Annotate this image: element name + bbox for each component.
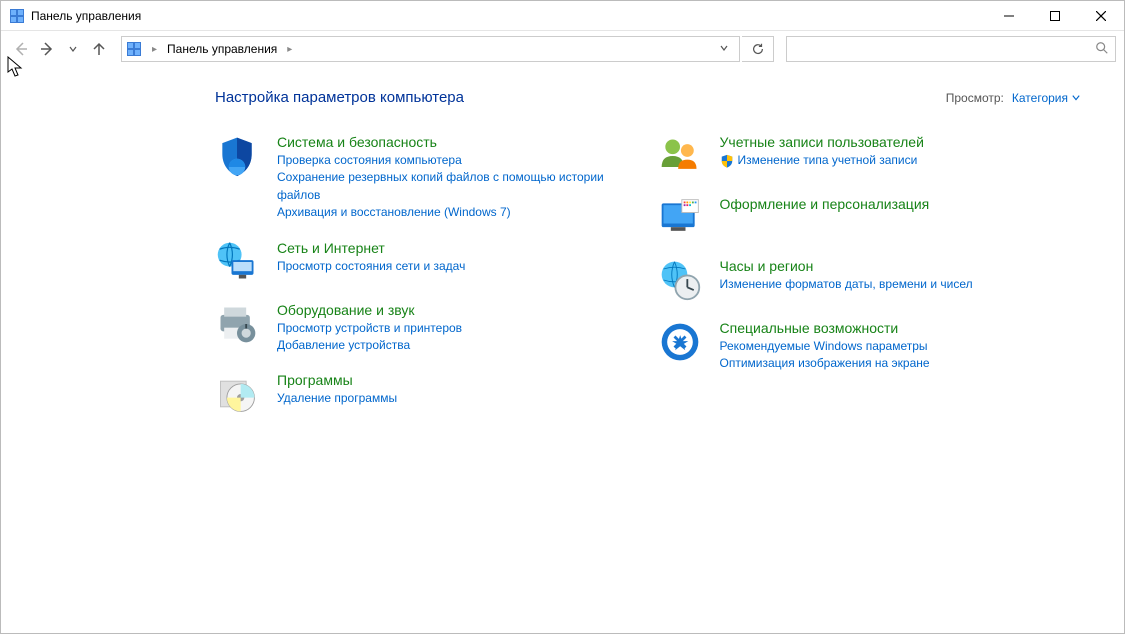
personalization-icon — [658, 196, 702, 240]
category-title[interactable]: Оформление и персонализация — [720, 196, 930, 212]
users-icon — [658, 134, 702, 178]
control-panel-icon — [126, 41, 142, 57]
ease-of-access-icon — [658, 320, 702, 364]
category-title[interactable]: Система и безопасность — [277, 134, 638, 150]
category-title[interactable]: Программы — [277, 372, 397, 388]
breadcrumb-root[interactable]: Панель управления — [167, 42, 277, 56]
navigation-toolbar: ▸ Панель управления ▸ — [1, 31, 1124, 67]
category-clock-region: Часы и регион Изменение форматов даты, в… — [658, 258, 1081, 302]
category-network: Сеть и Интернет Просмотр состояния сети … — [215, 240, 638, 284]
category-link[interactable]: Просмотр устройств и принтеров — [277, 320, 462, 337]
up-button[interactable] — [87, 37, 111, 61]
category-link[interactable]: Оптимизация изображения на экране — [720, 355, 930, 372]
category-link[interactable]: Архивация и восстановление (Windows 7) — [277, 204, 638, 221]
printer-hardware-icon — [215, 302, 259, 346]
view-by-value: Категория — [1012, 91, 1068, 105]
header-row: Настройка параметров компьютера Просмотр… — [215, 89, 1080, 106]
chevron-right-icon[interactable]: ▸ — [146, 44, 163, 55]
category-link[interactable]: Изменение типа учетной записи — [720, 152, 924, 169]
category-title[interactable]: Специальные возможности — [720, 320, 930, 336]
category-ease-of-access: Специальные возможности Рекомендуемые Wi… — [658, 320, 1081, 373]
search-input[interactable] — [786, 36, 1116, 62]
category-title[interactable]: Часы и регион — [720, 258, 973, 274]
minimize-button[interactable] — [986, 1, 1032, 31]
left-column: Система и безопасность Проверка состояни… — [215, 134, 638, 434]
refresh-button[interactable] — [742, 36, 774, 62]
category-link[interactable]: Сохранение резервных копий файлов с помо… — [277, 169, 638, 204]
category-appearance: Оформление и персонализация — [658, 196, 1081, 240]
disc-programs-icon — [215, 372, 259, 416]
chevron-down-icon — [1072, 94, 1080, 102]
category-title[interactable]: Сеть и Интернет — [277, 240, 465, 256]
search-icon — [1095, 41, 1109, 58]
category-user-accounts: Учетные записи пользователей Изменение т… — [658, 134, 1081, 178]
category-link[interactable]: Проверка состояния компьютера — [277, 152, 638, 169]
maximize-button[interactable] — [1032, 1, 1078, 31]
category-link[interactable]: Изменение форматов даты, времени и чисел — [720, 276, 973, 293]
category-link[interactable]: Добавление устройства — [277, 337, 462, 354]
category-link-text: Изменение типа учетной записи — [738, 152, 918, 169]
content-area: Настройка параметров компьютера Просмотр… — [1, 67, 1124, 434]
shield-icon — [215, 134, 259, 178]
category-link[interactable]: Удаление программы — [277, 390, 397, 407]
control-panel-icon — [9, 8, 25, 24]
category-link[interactable]: Просмотр состояния сети и задач — [277, 258, 465, 275]
category-link[interactable]: Рекомендуемые Windows параметры — [720, 338, 930, 355]
window-controls — [986, 1, 1124, 31]
page-title: Настройка параметров компьютера — [215, 89, 946, 106]
forward-button[interactable] — [35, 37, 59, 61]
window-title: Панель управления — [31, 9, 986, 23]
chevron-right-icon[interactable]: ▸ — [281, 44, 298, 55]
back-button[interactable] — [9, 37, 33, 61]
view-by-label: Просмотр: — [946, 91, 1004, 105]
clock-globe-icon — [658, 258, 702, 302]
close-button[interactable] — [1078, 1, 1124, 31]
recent-dropdown[interactable] — [61, 37, 85, 61]
right-column: Учетные записи пользователей Изменение т… — [658, 134, 1081, 434]
titlebar: Панель управления — [1, 1, 1124, 31]
category-title[interactable]: Учетные записи пользователей — [720, 134, 924, 150]
category-system-security: Система и безопасность Проверка состояни… — [215, 134, 638, 222]
category-hardware: Оборудование и звук Просмотр устройств и… — [215, 302, 638, 355]
address-bar[interactable]: ▸ Панель управления ▸ — [121, 36, 740, 62]
address-dropdown[interactable] — [713, 42, 735, 56]
category-programs: Программы Удаление программы — [215, 372, 638, 416]
category-title[interactable]: Оборудование и звук — [277, 302, 462, 318]
globe-network-icon — [215, 240, 259, 284]
uac-shield-icon — [720, 154, 734, 168]
view-by-dropdown[interactable]: Категория — [1012, 91, 1080, 105]
